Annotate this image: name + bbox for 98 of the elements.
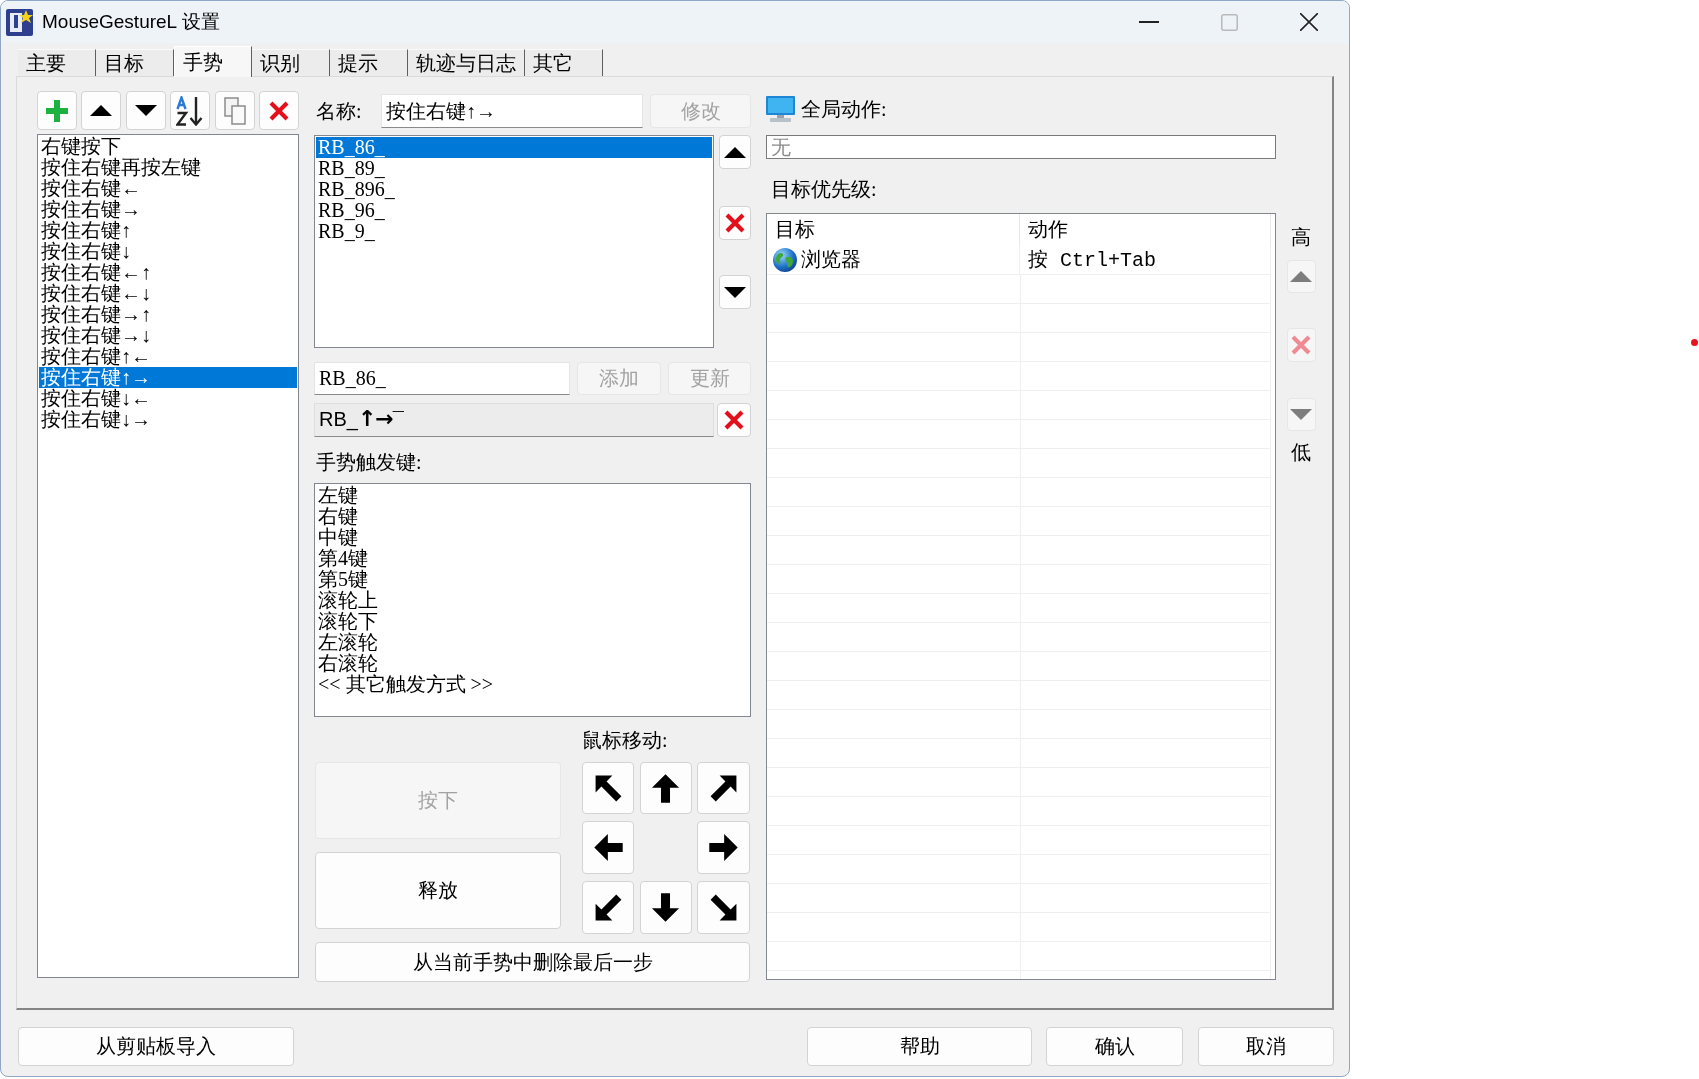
tab[interactable]: 目标 [96,49,174,76]
tab[interactable]: 手势 [174,46,252,77]
list-item[interactable]: RB_86_ [316,137,712,158]
table-cell-text: 浏览器 [801,247,861,272]
list-item[interactable]: RB_9_ [316,221,712,242]
release-button[interactable]: 释放 [315,852,561,929]
globe-icon [773,247,797,272]
left-arrow-icon [592,832,624,863]
direction-button[interactable] [697,821,750,874]
list-item[interactable]: 左滚轮 [316,632,749,653]
direction-button[interactable] [582,821,634,874]
triangle-down-icon [1290,409,1312,420]
direction-button[interactable] [639,762,692,814]
name-field[interactable]: 按住右键↑→ [381,94,643,128]
list-item[interactable]: 按住右键←↓ [39,283,297,304]
app-icon [6,8,33,36]
list-item[interactable]: 右键 [316,506,749,527]
up-arrow-icon [650,772,681,804]
list-item[interactable]: RB_89_ [316,158,712,179]
triangle-up-icon [724,146,746,158]
list-item[interactable]: 中键 [316,527,749,548]
global-action-label: 全局动作: [801,97,887,121]
delete-last-step-button[interactable]: 从当前手势中删除最后一步 [315,942,750,982]
minimize-icon [1139,21,1159,23]
list-item[interactable]: 按住右键↓→ [39,409,297,430]
list-item[interactable]: 右滚轮 [316,653,749,674]
delete-button[interactable] [258,91,299,130]
list-item[interactable]: 滚轮下 [316,611,749,632]
triangle-down-icon [134,105,157,116]
close-icon [1300,13,1318,31]
column-header[interactable]: 动作 [1020,214,1271,245]
triangle-up-icon [1290,271,1312,282]
column-header[interactable]: 目标 [767,214,1020,245]
delete-icon [1291,335,1311,355]
triangle-down-icon [724,286,746,298]
tab[interactable]: 其它 [525,49,603,76]
down-right-arrow-icon [708,892,739,923]
list-item[interactable]: 第4键 [316,548,749,569]
right-arrow-icon [708,832,739,863]
target-priority-label: 目标优先级: [770,177,878,201]
down-arrow-icon [650,892,681,923]
tab[interactable]: 轨迹与日志 [408,49,525,76]
dot-icon [1691,339,1698,346]
import-button[interactable]: 从剪贴板导入 [18,1027,294,1066]
window-title: MouseGestureL 设置 [42,10,220,34]
list-item[interactable]: 按住右键↓ [39,241,297,262]
delete-icon [724,410,744,430]
copy-icon [223,96,246,125]
tab[interactable]: 提示 [330,49,408,76]
list-item[interactable]: 第5键 [316,569,749,590]
direction-button[interactable] [697,881,750,934]
direction-button[interactable] [582,881,634,934]
direction-button[interactable] [697,762,750,814]
direction-button[interactable] [582,762,634,814]
mouse-move-label: 鼠标移动: [582,728,669,752]
move-down-button[interactable] [719,275,751,309]
direction-button[interactable] [639,881,692,934]
delete-button[interactable] [717,403,751,437]
list-item[interactable]: 按住右键↑ [39,220,297,241]
high-label: 高 [1291,225,1311,249]
list-item[interactable]: 按住右键← [39,178,297,199]
list-item[interactable]: 按住右键↑→ [39,367,297,388]
list-item[interactable]: RB_96_ [316,200,712,221]
list-item[interactable]: 右键按下 [39,136,297,157]
list-item[interactable]: 按住右键→↑ [39,304,297,325]
list-item[interactable]: 按住右键←↑ [39,262,297,283]
sort-button[interactable] [170,91,211,130]
list-item[interactable]: 滚轮上 [316,590,749,611]
tab[interactable]: 主要 [18,49,96,76]
list-item[interactable]: 按住右键→↓ [39,325,297,346]
move-up-button[interactable] [719,135,751,169]
tab[interactable]: 识别 [252,49,330,76]
list-item[interactable]: 按住右键→ [39,199,297,220]
help-button[interactable]: 帮助 [807,1027,1032,1066]
monitor-icon [766,96,795,122]
low-label: 低 [1291,440,1311,464]
plus-icon [46,99,68,122]
delete-icon [268,100,289,121]
triangle-up-icon [90,105,113,116]
ok-button[interactable]: 确认 [1046,1027,1183,1066]
list-item[interactable]: 按住右键↑← [39,346,297,367]
gesture-preview-field: RB_↑→¯ [314,403,714,437]
name-label: 名称: [315,98,363,124]
table-cell: 按 Ctrl+Tab [1020,245,1271,274]
delete-button[interactable] [719,206,751,240]
list-item[interactable]: << 其它触发方式 >> [316,674,749,695]
sort-icon [176,95,205,126]
list-item[interactable]: 左键 [316,485,749,506]
list-item[interactable]: RB_896_ [316,179,712,200]
cancel-button[interactable]: 取消 [1198,1027,1334,1066]
list-item[interactable]: 按住右键↓← [39,388,297,409]
delete-icon [725,213,745,233]
trigger-keys-label: 手势触发键: [315,450,423,474]
move-down-button[interactable] [125,91,166,130]
maximize-icon [1220,13,1238,31]
pattern-field[interactable]: RB_86_ [314,362,570,395]
list-item[interactable]: 按住右键再按左键 [39,157,297,178]
move-up-button[interactable] [81,91,122,130]
